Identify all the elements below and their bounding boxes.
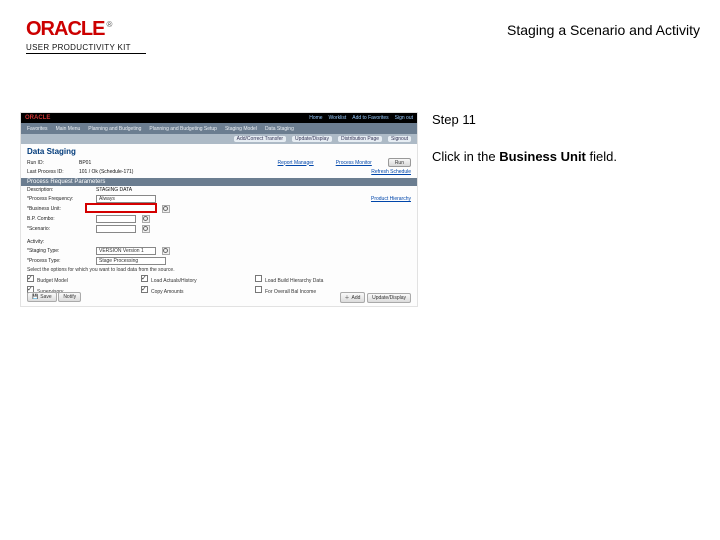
description-label: Description: <box>27 187 92 193</box>
save-icon: 💾 <box>32 294 38 300</box>
toolbar-item[interactable]: Add/Correct Transfer <box>234 136 286 142</box>
row-process-type: *Process Type: Stage Processing <box>21 256 417 266</box>
app-brand: ORACLE <box>25 115 50 121</box>
lookup-icon[interactable] <box>162 247 170 255</box>
instruction-panel: Step 11 Click in the Business Unit field… <box>432 112 692 166</box>
staging-type-field[interactable]: VERSION Version 1 <box>96 247 156 255</box>
refresh-schedule-link[interactable]: Refresh Schedule <box>371 169 411 175</box>
process-type-field[interactable]: Stage Processing <box>96 257 166 265</box>
last-process-value: 101 / Ok (Schedule-171) <box>79 169 133 175</box>
row-scenario: *Scenario: <box>21 224 417 234</box>
top-link[interactable]: Sign out <box>395 115 413 121</box>
step-label: Step 11 <box>432 112 692 127</box>
bpcombo-field[interactable] <box>96 215 136 223</box>
screenshot-footer: 💾Save Notify ＋Add Update/Display <box>21 292 417 303</box>
page-title: Data Staging <box>21 144 417 157</box>
row-activity: Activity: <box>21 238 417 246</box>
last-process-label: Last Process ID: <box>27 169 75 175</box>
activity-label: Activity: <box>27 239 92 245</box>
nav-item[interactable]: Favorites <box>27 126 48 132</box>
trademark-symbol: ® <box>106 20 112 29</box>
plus-icon: ＋ <box>345 294 350 301</box>
header-rule <box>26 53 146 54</box>
footer-left: 💾Save Notify <box>27 292 81 303</box>
step-instruction: Click in the Business Unit field. <box>432 149 692 166</box>
instruction-suffix: field. <box>586 149 617 164</box>
schedule-row: Last Process ID: 101 / Ok (Schedule-171)… <box>21 168 417 176</box>
check-label: Load Actuals/History <box>151 278 197 284</box>
screenshot-thumbnail: ORACLE Home Worklist Add to Favorites Si… <box>20 112 418 307</box>
brand-block: ORACLE ® USER PRODUCTIVITY KIT <box>26 18 146 54</box>
row-business-unit: *Business Unit: <box>21 204 417 214</box>
nav-item[interactable]: Data Staging <box>265 126 294 132</box>
oracle-logo: ORACLE ® <box>26 18 146 41</box>
toolbar-item[interactable]: Signout <box>388 136 411 142</box>
row-staging-type: *Staging Type: VERSION Version 1 <box>21 246 417 256</box>
toolbar-row: Add/Correct Transfer Update/Display Dist… <box>21 134 417 144</box>
brand-text: ORACLE <box>26 18 104 41</box>
instruction-prefix: Click in the <box>432 149 499 164</box>
toolbar-item[interactable]: Distribution Page <box>338 136 382 142</box>
lookup-icon[interactable] <box>142 215 150 223</box>
run-row: Run ID: BP01 Report Manager Process Moni… <box>21 157 417 168</box>
row-subhead: Select the options for which you want to… <box>21 266 417 274</box>
page: ORACLE ® USER PRODUCTIVITY KIT Staging a… <box>0 0 720 540</box>
description-value: STAGING DATA <box>96 187 132 193</box>
product-hierarchy-link[interactable]: Product Hierarchy <box>371 196 411 202</box>
product-line: USER PRODUCTIVITY KIT <box>26 43 146 52</box>
nav-item[interactable]: Staging Model <box>225 126 257 132</box>
toolbar-item[interactable]: Update/Display <box>292 136 332 142</box>
app-top-links: Home Worklist Add to Favorites Sign out <box>309 115 413 121</box>
process-frequency-field[interactable]: Always <box>96 195 156 203</box>
top-link[interactable]: Home <box>309 115 322 121</box>
report-manager-link[interactable]: Report Manager <box>278 160 314 166</box>
row-checks-1: Budget Model Load Actuals/History Load B… <box>21 274 417 285</box>
options-subhead: Select the options for which you want to… <box>27 267 175 273</box>
save-button[interactable]: 💾Save <box>27 292 57 302</box>
checkbox[interactable] <box>141 275 148 282</box>
lookup-icon[interactable] <box>142 225 150 233</box>
add-button[interactable]: ＋Add <box>340 292 366 303</box>
nav-item[interactable]: Planning and Budgeting <box>88 126 141 132</box>
lookup-icon[interactable] <box>162 205 170 213</box>
instruction-highlight <box>85 203 157 213</box>
run-button[interactable]: Run <box>388 158 411 167</box>
section-header: Process Request Parameters <box>21 178 417 186</box>
process-type-label: *Process Type: <box>27 258 92 264</box>
run-id-label: Run ID: <box>27 160 75 166</box>
main-nav: Favorites Main Menu Planning and Budgeti… <box>21 123 417 134</box>
process-frequency-label: *Process Frequency: <box>27 196 92 202</box>
scenario-field[interactable] <box>96 225 136 233</box>
row-bpcombo: B.P. Combo: <box>21 214 417 224</box>
row-description: Description: STAGING DATA <box>21 186 417 194</box>
checkbox[interactable] <box>255 275 262 282</box>
nav-item[interactable]: Planning and Budgeting Setup <box>149 126 217 132</box>
top-link[interactable]: Worklist <box>329 115 347 121</box>
instruction-bold: Business Unit <box>499 149 586 164</box>
process-monitor-link[interactable]: Process Monitor <box>336 160 372 166</box>
document-header: ORACLE ® USER PRODUCTIVITY KIT Staging a… <box>26 18 700 54</box>
business-unit-label: *Business Unit: <box>27 206 92 212</box>
notify-button[interactable]: Notify <box>58 292 81 302</box>
check-label: Budget Model <box>37 278 68 284</box>
nav-item[interactable]: Main Menu <box>56 126 81 132</box>
staging-type-label: *Staging Type: <box>27 248 92 254</box>
top-link[interactable]: Add to Favorites <box>352 115 388 121</box>
footer-right: ＋Add Update/Display <box>340 292 412 303</box>
checkbox[interactable] <box>27 275 34 282</box>
scenario-label: *Scenario: <box>27 226 92 232</box>
update-display-button[interactable]: Update/Display <box>367 293 411 303</box>
bpcombo-label: B.P. Combo: <box>27 216 92 222</box>
check-label: Load Build Hierarchy Data <box>265 278 323 284</box>
doc-title: Staging a Scenario and Activity <box>507 22 700 38</box>
row-process-frequency: *Process Frequency: Always Product Hiera… <box>21 194 417 204</box>
app-titlebar: ORACLE Home Worklist Add to Favorites Si… <box>21 113 417 123</box>
run-id-value: BP01 <box>79 160 91 166</box>
